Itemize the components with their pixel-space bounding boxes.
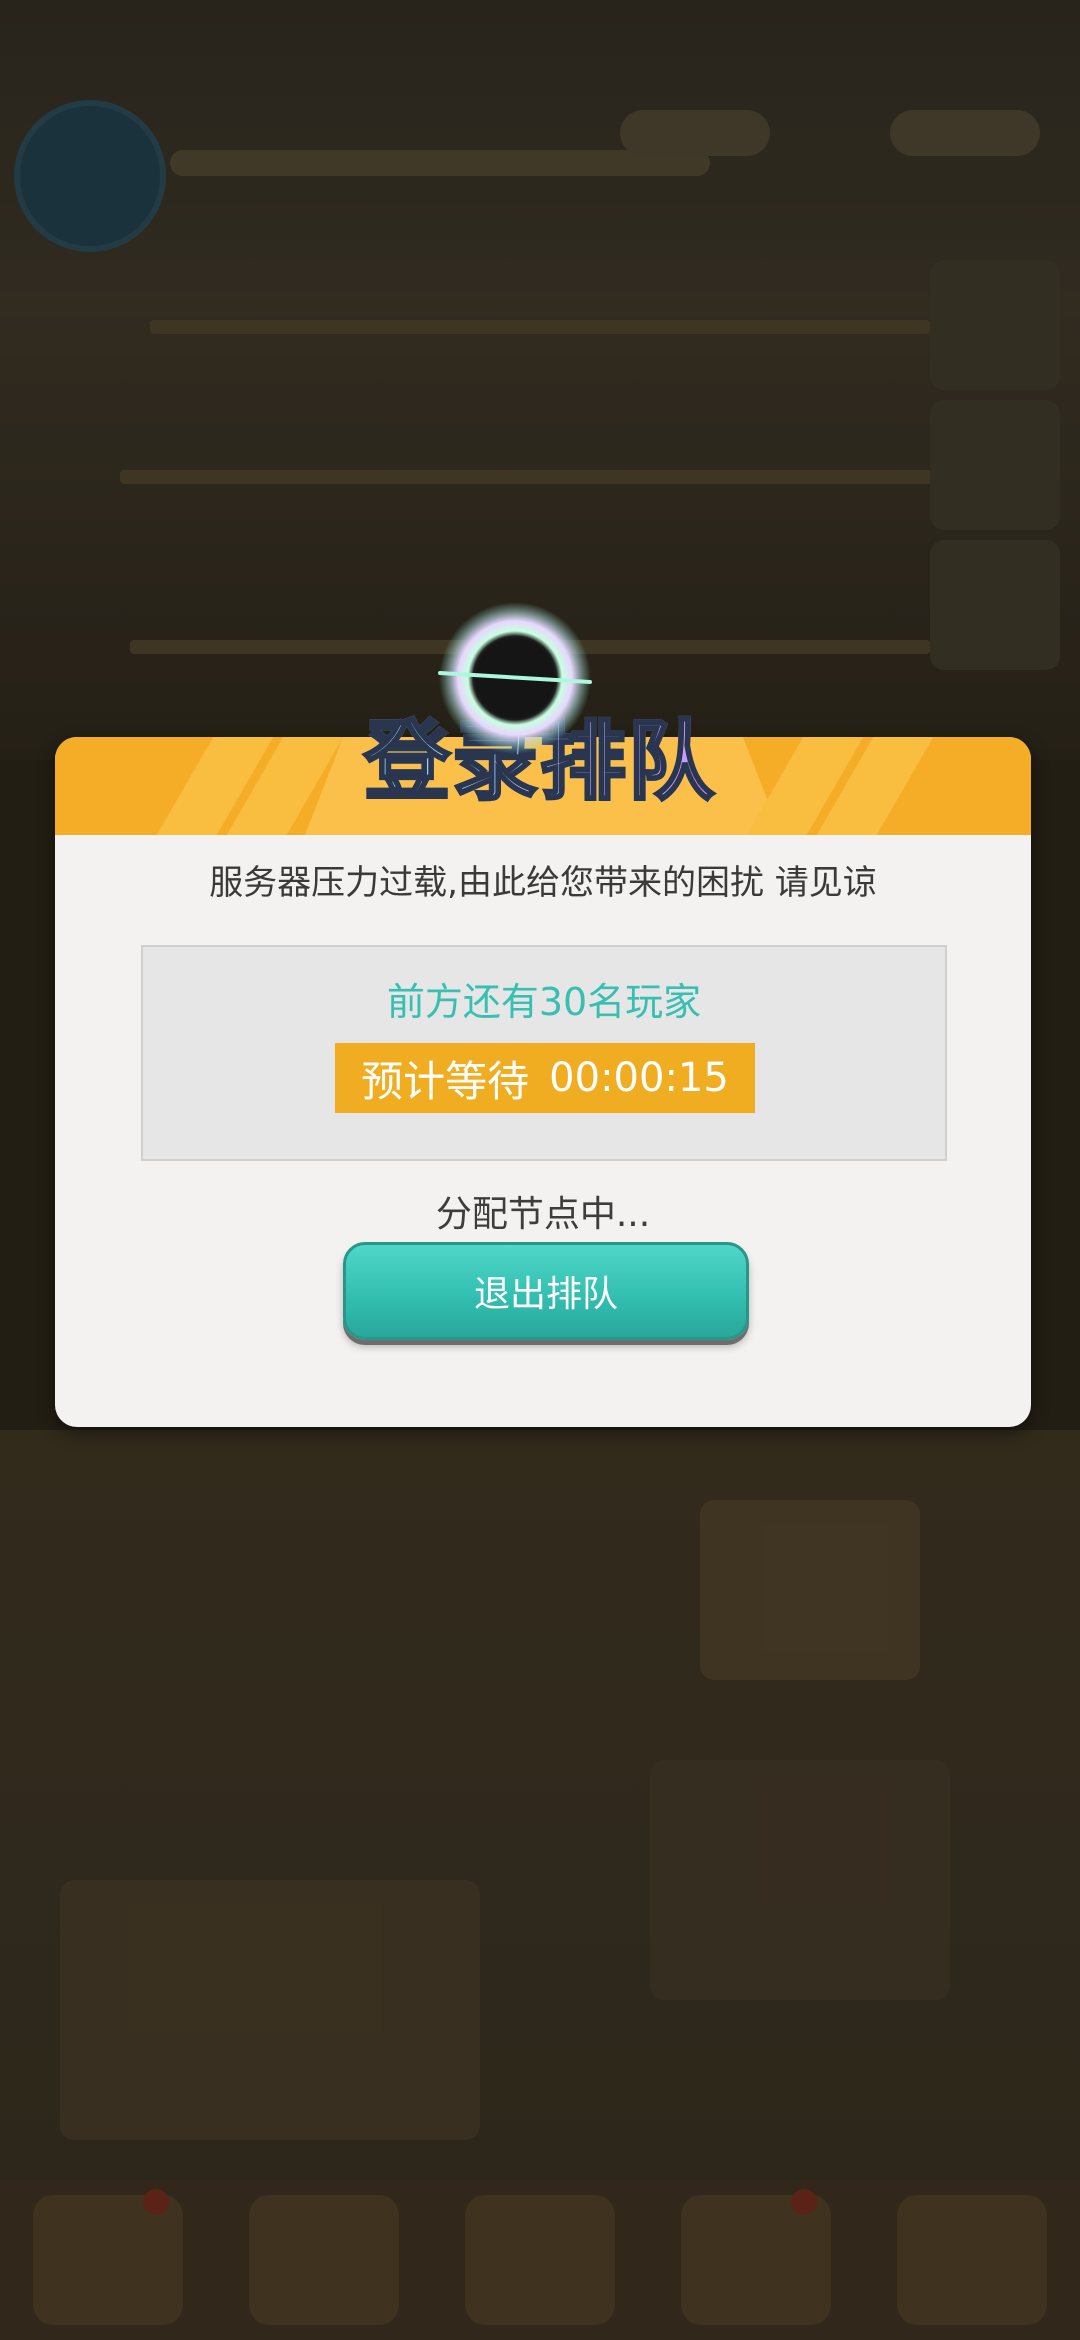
node-status-text: 分配节点中...	[435, 1194, 651, 1235]
exit-queue-button[interactable]: 退出排队	[343, 1242, 749, 1340]
server-overload-message: 服务器压力过载,由此给您带来的困扰 请见谅	[209, 863, 877, 903]
queue-position-text: 前方还有30名玩家	[386, 980, 702, 1024]
game-screen: 服务器压力过载,由此给您带来的困扰 请见谅 前方还有30名玩家 预计等待 00:…	[0, 0, 1080, 2340]
estimated-wait-badge: 预计等待 00:00:15	[335, 1043, 755, 1113]
wait-label: 预计等待	[361, 1056, 530, 1106]
wait-time: 00:00:15	[549, 1055, 729, 1101]
queue-dialog: 服务器压力过载,由此给您带来的困扰 请见谅 前方还有30名玩家 预计等待 00:…	[55, 737, 1031, 1427]
queue-info-box: 前方还有30名玩家 预计等待 00:00:15	[141, 945, 947, 1161]
loading-orb-icon	[438, 602, 592, 754]
